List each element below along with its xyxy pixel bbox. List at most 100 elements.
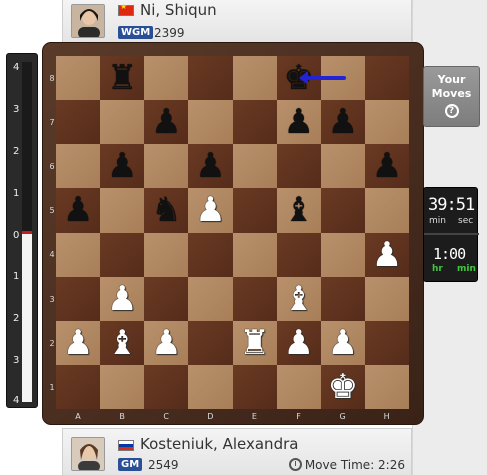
white-pawn-icon[interactable]: ♟ — [144, 321, 188, 365]
square-h6[interactable]: ♟ — [364, 144, 409, 189]
square-b3[interactable]: ♟ — [100, 276, 145, 321]
square-a3[interactable] — [56, 276, 101, 321]
square-b1[interactable] — [100, 364, 145, 409]
square-a5[interactable]: ♟ — [56, 188, 101, 233]
square-h1[interactable] — [364, 364, 409, 409]
bottom-player-name: Kosteniuk, Alexandra — [140, 435, 299, 453]
chess-board[interactable]: ♜♚♟♟♟♟♟♟♟♞♟♝♟♟♝♟♝♟♜♟♟♚ — [56, 56, 409, 409]
black-bishop-icon[interactable]: ♝ — [277, 188, 321, 232]
square-g5[interactable] — [320, 188, 365, 233]
white-pawn-icon[interactable]: ♟ — [56, 321, 100, 365]
square-a6[interactable] — [56, 144, 101, 189]
your-moves-button[interactable]: Your Moves ? — [423, 66, 480, 127]
square-h2[interactable] — [364, 320, 409, 365]
square-f7[interactable]: ♟ — [276, 100, 321, 145]
eval-white-fill — [22, 232, 32, 402]
square-d7[interactable] — [188, 100, 233, 145]
white-bishop-icon[interactable]: ♝ — [100, 321, 144, 365]
square-c5[interactable]: ♞ — [144, 188, 189, 233]
black-pawn-icon[interactable]: ♟ — [321, 100, 365, 144]
square-b6[interactable]: ♟ — [100, 144, 145, 189]
bottom-player-title-badge: GM — [118, 458, 143, 471]
square-e2[interactable]: ♜ — [232, 320, 277, 365]
top-player-title-badge: WGM — [118, 26, 154, 39]
square-c8[interactable] — [144, 56, 189, 101]
eval-tick: 2 — [13, 313, 20, 324]
black-pawn-icon[interactable]: ♟ — [188, 144, 232, 188]
square-a1[interactable] — [56, 364, 101, 409]
square-f4[interactable] — [276, 232, 321, 277]
black-pawn-icon[interactable]: ♟ — [277, 100, 321, 144]
square-e5[interactable] — [232, 188, 277, 233]
square-a7[interactable] — [56, 100, 101, 145]
square-g3[interactable] — [320, 276, 365, 321]
eval-tick: 2 — [13, 146, 20, 157]
move-time-text: Move Time: 2:26 — [304, 458, 405, 472]
square-h3[interactable] — [364, 276, 409, 321]
black-pawn-icon[interactable]: ♟ — [365, 144, 409, 188]
white-pawn-icon[interactable]: ♟ — [365, 233, 409, 277]
square-g7[interactable]: ♟ — [320, 100, 365, 145]
square-f5[interactable]: ♝ — [276, 188, 321, 233]
square-c3[interactable] — [144, 276, 189, 321]
white-pawn-icon[interactable]: ♟ — [100, 277, 144, 321]
clock-increment: 1:00 — [433, 245, 466, 263]
square-c4[interactable] — [144, 232, 189, 277]
square-h5[interactable] — [364, 188, 409, 233]
square-b2[interactable]: ♝ — [100, 320, 145, 365]
square-a2[interactable]: ♟ — [56, 320, 101, 365]
square-f3[interactable]: ♝ — [276, 276, 321, 321]
square-g6[interactable] — [320, 144, 365, 189]
square-h8[interactable] — [364, 56, 409, 101]
white-bishop-icon[interactable]: ♝ — [277, 277, 321, 321]
square-d6[interactable]: ♟ — [188, 144, 233, 189]
square-f2[interactable]: ♟ — [276, 320, 321, 365]
black-pawn-icon[interactable]: ♟ — [56, 188, 100, 232]
square-c6[interactable] — [144, 144, 189, 189]
white-pawn-icon[interactable]: ♟ — [277, 321, 321, 365]
russia-flag-icon — [118, 440, 134, 451]
black-pawn-icon[interactable]: ♟ — [100, 144, 144, 188]
square-b4[interactable] — [100, 232, 145, 277]
eval-tick: 4 — [13, 395, 20, 406]
square-c7[interactable]: ♟ — [144, 100, 189, 145]
white-king-icon[interactable]: ♚ — [321, 365, 365, 409]
bottom-player-avatar — [71, 437, 105, 471]
square-h4[interactable]: ♟ — [364, 232, 409, 277]
black-knight-icon[interactable]: ♞ — [144, 188, 188, 232]
square-d5[interactable]: ♟ — [188, 188, 233, 233]
square-d1[interactable] — [188, 364, 233, 409]
square-g4[interactable] — [320, 232, 365, 277]
evaluation-bar: 4 3 2 1 0 1 2 3 4 — [6, 53, 38, 408]
square-h7[interactable] — [364, 100, 409, 145]
square-d4[interactable] — [188, 232, 233, 277]
square-e8[interactable] — [232, 56, 277, 101]
square-d3[interactable] — [188, 276, 233, 321]
square-c1[interactable] — [144, 364, 189, 409]
square-e3[interactable] — [232, 276, 277, 321]
square-g1[interactable]: ♚ — [320, 364, 365, 409]
square-e6[interactable] — [232, 144, 277, 189]
square-a8[interactable] — [56, 56, 101, 101]
square-f1[interactable] — [276, 364, 321, 409]
square-d8[interactable] — [188, 56, 233, 101]
square-c2[interactable]: ♟ — [144, 320, 189, 365]
square-e1[interactable] — [232, 364, 277, 409]
black-rook-icon[interactable]: ♜ — [100, 56, 144, 100]
your-moves-label-line1: Your — [437, 73, 466, 86]
square-b7[interactable] — [100, 100, 145, 145]
white-pawn-icon[interactable]: ♟ — [321, 321, 365, 365]
square-a4[interactable] — [56, 232, 101, 277]
square-d2[interactable] — [188, 320, 233, 365]
square-e7[interactable] — [232, 100, 277, 145]
square-b8[interactable]: ♜ — [100, 56, 145, 101]
square-b5[interactable] — [100, 188, 145, 233]
square-g2[interactable]: ♟ — [320, 320, 365, 365]
black-pawn-icon[interactable]: ♟ — [144, 100, 188, 144]
square-f6[interactable] — [276, 144, 321, 189]
rank-label: 4 — [49, 250, 55, 260]
white-pawn-icon[interactable]: ♟ — [188, 188, 232, 232]
square-e4[interactable] — [232, 232, 277, 277]
white-rook-icon[interactable]: ♜ — [233, 321, 277, 365]
top-player-panel: Ni, Shiqun WGM 2399 — [62, 0, 412, 44]
